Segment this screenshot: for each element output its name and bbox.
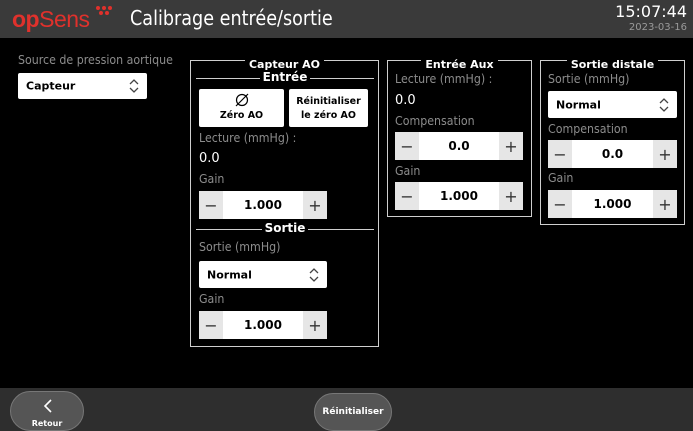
distale-gain-value[interactable]: 1.000 [572,190,653,218]
ao-gain-value[interactable]: 1.000 [223,191,303,219]
ao-sortie-gain-minus-button[interactable]: − [199,311,223,339]
entree-heading: Entrée [259,70,311,84]
ao-sortie-gain-plus-button[interactable]: + [303,311,327,339]
source-label: Source de pression aortique [18,53,173,67]
opsens-logo: opSens [12,6,90,32]
aux-gain-stepper: − 1.000 + [395,182,523,210]
back-button[interactable]: Retour [10,391,84,431]
ao-lecture-label: Lecture (mmHg) : [199,131,297,145]
aux-compensation-label: Compensation [395,114,475,128]
chevron-left-icon [43,399,52,413]
distale-gain-stepper: − 1.000 + [548,190,677,218]
ao-sortie-select-value: Normal [207,268,252,281]
header-bar: opSens Calibrage entrée/sortie 15:07:44 … [0,0,693,38]
entree-subheading: Entrée [196,70,374,85]
zero-ao-button[interactable]: Zéro AO [199,89,284,127]
distale-sortie-select[interactable]: Normal [548,91,677,118]
clock-date: 2023-03-16 [628,22,687,33]
ao-sortie-gain-value[interactable]: 1.000 [223,311,303,339]
sortie-distale-title: Sortie distale [566,58,659,71]
clock: 15:07:44 2023-03-16 [615,2,687,33]
aux-lecture-label: Lecture (mmHg) : [395,72,493,86]
reset-zero-line2: le zéro AO [301,110,356,121]
chevron-updown-icon [659,97,669,112]
aux-lecture-value: 0.0 [395,93,416,108]
ao-sortie-select[interactable]: Normal [199,261,327,288]
reset-button[interactable]: Réinitialiser [314,393,392,431]
aux-gain-minus-button[interactable]: − [395,182,419,210]
distale-gain-plus-button[interactable]: + [653,190,677,218]
ao-gain-plus-button[interactable]: + [303,191,327,219]
aux-gain-value[interactable]: 1.000 [419,182,499,210]
ao-gain-stepper: − 1.000 + [199,191,327,219]
distale-compensation-stepper: − 0.0 + [548,140,677,168]
clock-time: 15:07:44 [615,2,687,21]
chevron-updown-icon [129,79,139,93]
ao-sortie-label: Sortie (mmHg) [199,240,281,254]
source-select-value: Capteur [26,79,76,93]
distale-sortie-label: Sortie (mmHg) [548,72,630,86]
entree-aux-title: Entrée Aux [421,58,498,71]
distale-compensation-value[interactable]: 0.0 [572,140,653,168]
distale-gain-label: Gain [548,171,574,185]
page-title: Calibrage entrée/sortie [130,6,333,30]
distale-compensation-plus-button[interactable]: + [653,140,677,168]
aux-compensation-stepper: − 0.0 + [395,132,523,160]
aux-compensation-minus-button[interactable]: − [395,132,419,160]
aux-compensation-plus-button[interactable]: + [499,132,523,160]
ao-gain-label: Gain [199,172,225,186]
empty-set-icon [235,93,249,107]
zero-ao-label: Zéro AO [219,110,264,121]
sortie-subheading: Sortie [196,221,374,236]
aux-gain-label: Gain [395,164,421,178]
ao-sortie-gain-stepper: − 1.000 + [199,311,327,339]
back-label: Retour [31,419,63,428]
source-select[interactable]: Capteur [18,73,147,99]
distale-compensation-label: Compensation [548,122,628,136]
distale-compensation-minus-button[interactable]: − [548,140,572,168]
chevron-updown-icon [309,267,319,282]
ao-sortie-gain-label: Gain [199,292,225,306]
aux-compensation-value[interactable]: 0.0 [419,132,499,160]
reset-zero-line1: Réinitialiser [296,96,361,107]
distale-gain-minus-button[interactable]: − [548,190,572,218]
aux-gain-plus-button[interactable]: + [499,182,523,210]
distale-sortie-select-value: Normal [556,98,601,111]
ao-gain-minus-button[interactable]: − [199,191,223,219]
sortie-heading: Sortie [261,221,309,235]
reset-zero-ao-button[interactable]: Réinitialiser le zéro AO [289,89,368,127]
ao-lecture-value: 0.0 [199,151,220,166]
logo-dots-icon [96,6,116,15]
